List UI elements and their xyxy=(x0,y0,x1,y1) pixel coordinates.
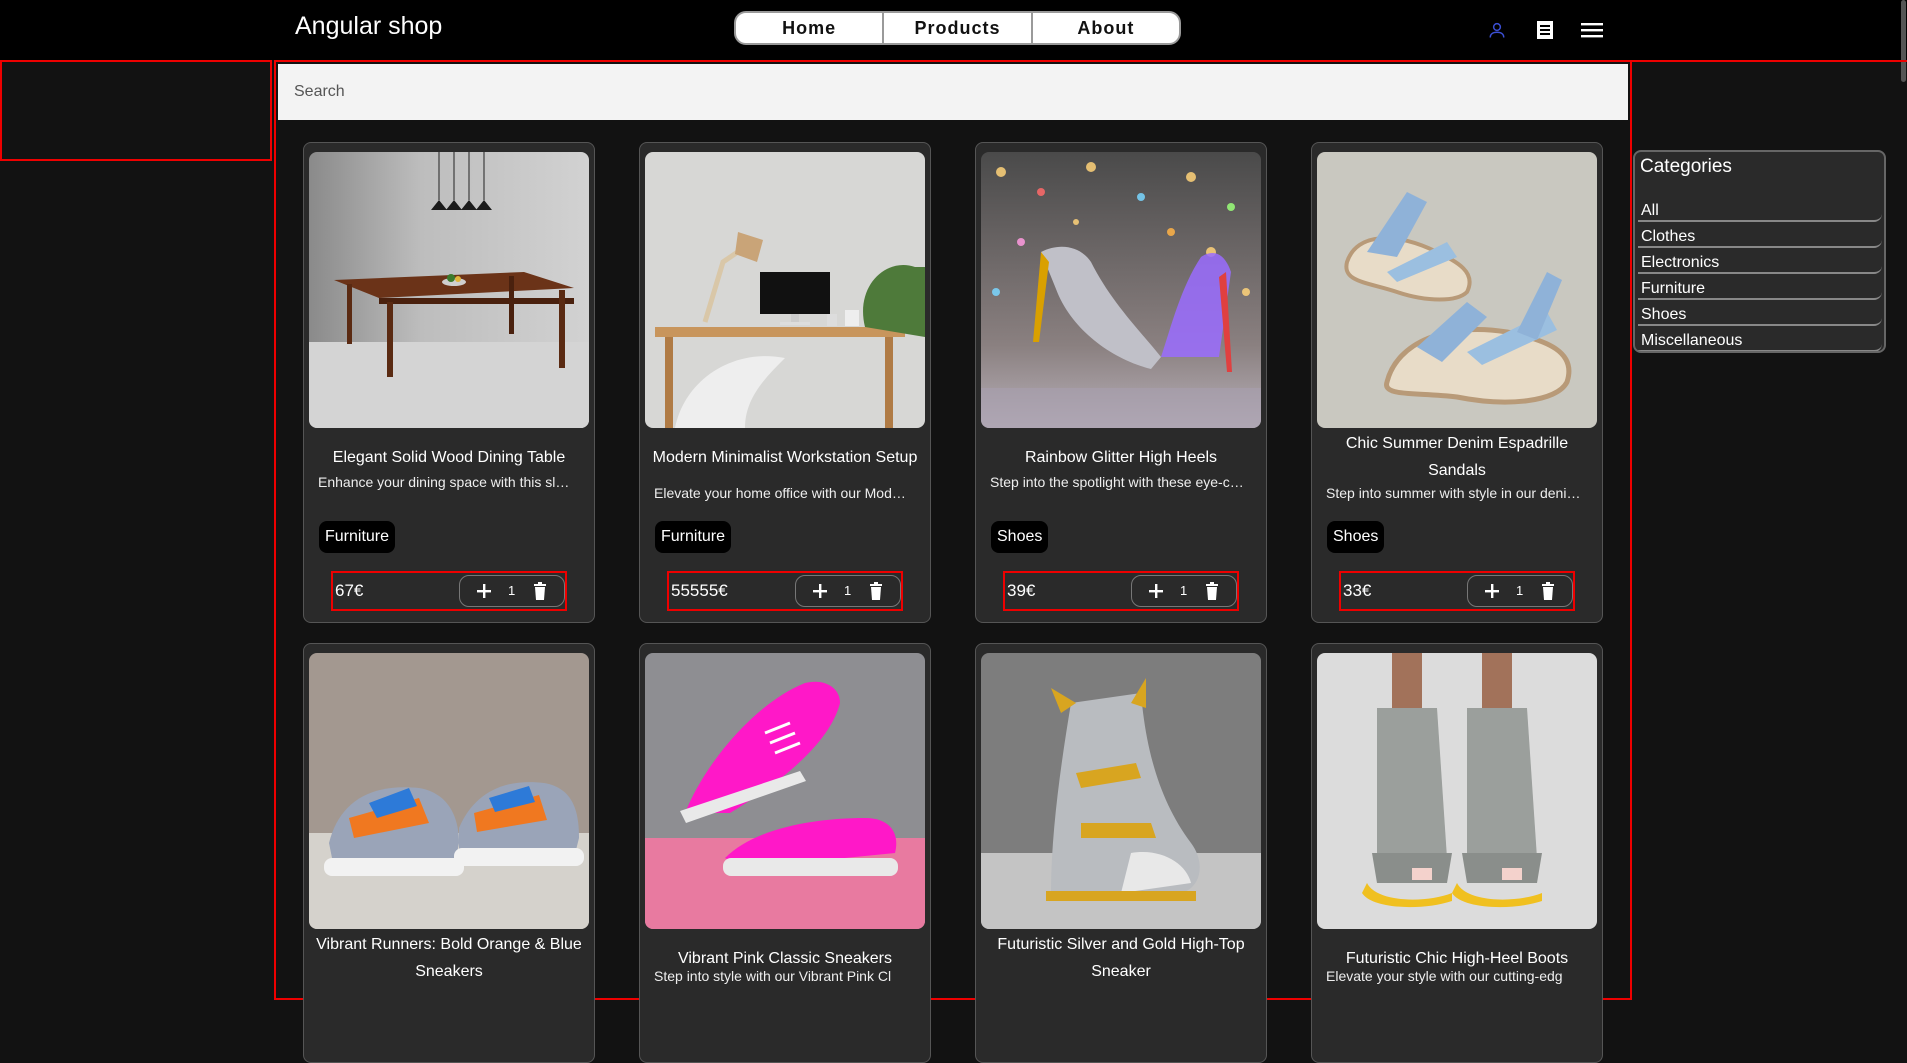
plus-icon[interactable] xyxy=(1146,581,1166,601)
quantity-stepper: 1 xyxy=(795,575,901,607)
product-card[interactable]: Elegant Solid Wood Dining Table Enhance … xyxy=(303,142,595,623)
quantity-value: 1 xyxy=(1516,583,1524,598)
quantity-value: 1 xyxy=(1180,583,1188,598)
account-icon[interactable] xyxy=(1484,17,1510,43)
category-item-clothes[interactable]: Clothes xyxy=(1638,226,1882,248)
cart-row: 55555€ 1 xyxy=(667,571,903,611)
product-card[interactable]: Vibrant Runners: Bold Orange & Blue Snea… xyxy=(303,643,595,1063)
category-item-all[interactable]: All xyxy=(1638,200,1882,222)
cart-row: 33€ 1 xyxy=(1339,571,1575,611)
trash-icon[interactable] xyxy=(1202,581,1222,601)
product-card[interactable]: Futuristic Chic High-Heel Boots Elevate … xyxy=(1311,643,1603,1063)
product-image[interactable] xyxy=(981,152,1261,428)
product-card[interactable]: Vibrant Pink Classic Sneakers Step into … xyxy=(639,643,931,1063)
cart-row: 39€ 1 xyxy=(1003,571,1239,611)
product-title: Modern Minimalist Workstation Setup xyxy=(652,448,918,466)
product-image[interactable] xyxy=(309,152,589,428)
receipt-icon[interactable] xyxy=(1532,17,1558,43)
product-description: Step into summer with style in our deni… xyxy=(1326,485,1581,501)
product-card[interactable]: Futuristic Silver and Gold High-Top Snea… xyxy=(975,643,1267,1063)
trash-icon[interactable] xyxy=(530,581,550,601)
quantity-stepper: 1 xyxy=(459,575,565,607)
main-nav: Home Products About xyxy=(734,11,1181,45)
product-image[interactable] xyxy=(1317,152,1597,428)
search-input[interactable] xyxy=(278,64,1628,120)
categories-panel: Categories All Clothes Electronics Furni… xyxy=(1633,150,1886,353)
product-title: Vibrant Runners: Bold Orange & Blue Snea… xyxy=(316,936,582,980)
main-panel: Elegant Solid Wood Dining Table Enhance … xyxy=(274,60,1632,1063)
menu-icon[interactable] xyxy=(1579,17,1605,43)
product-description: Elevate your style with our cutting-edg xyxy=(1326,968,1563,984)
product-image[interactable] xyxy=(981,653,1261,929)
nav-about-button[interactable]: About xyxy=(1033,13,1179,43)
product-card[interactable]: Chic Summer Denim Espadrille Sandals Ste… xyxy=(1311,142,1603,623)
quantity-stepper: 1 xyxy=(1467,575,1573,607)
product-title: Chic Summer Denim Espadrille Sandals xyxy=(1345,435,1569,479)
quantity-value: 1 xyxy=(844,583,852,598)
product-price: 33€ xyxy=(1343,581,1372,600)
categories-title: Categories xyxy=(1640,156,1732,177)
category-item-shoes[interactable]: Shoes xyxy=(1638,304,1882,326)
product-description: Enhance your dining space with this sl… xyxy=(318,474,570,490)
category-item-electronics[interactable]: Electronics xyxy=(1638,252,1882,274)
cart-row: 67€ 1 xyxy=(331,571,567,611)
product-card[interactable]: Rainbow Glitter High Heels Step into the… xyxy=(975,142,1267,623)
product-image[interactable] xyxy=(309,653,589,929)
app-title[interactable]: Angular shop xyxy=(295,12,442,41)
product-image[interactable] xyxy=(1317,653,1597,929)
quantity-value: 1 xyxy=(508,583,516,598)
product-description: Elevate your home office with our Mod… xyxy=(654,485,906,501)
product-description: Step into the spotlight with these eye-c… xyxy=(990,474,1244,490)
product-image[interactable] xyxy=(645,653,925,929)
product-image[interactable] xyxy=(645,152,925,428)
category-item-miscellaneous[interactable]: Miscellaneous xyxy=(1638,330,1882,351)
product-title: Futuristic Silver and Gold High-Top Snea… xyxy=(997,936,1245,980)
plus-icon[interactable] xyxy=(474,581,494,601)
product-card[interactable]: Modern Minimalist Workstation Setup Elev… xyxy=(639,142,931,623)
product-description: Step into style with our Vibrant Pink Cl xyxy=(654,968,892,984)
top-toolbar: Angular shop Home Products About xyxy=(0,0,1907,60)
product-price: 55555€ xyxy=(671,581,728,600)
plus-icon[interactable] xyxy=(1482,581,1502,601)
category-chip[interactable]: Furniture xyxy=(319,521,396,553)
category-chip[interactable]: Shoes xyxy=(991,521,1049,553)
product-price: 39€ xyxy=(1007,581,1036,600)
nav-home-button[interactable]: Home xyxy=(736,13,885,43)
nav-products-button[interactable]: Products xyxy=(884,13,1033,43)
plus-icon[interactable] xyxy=(810,581,830,601)
category-chip[interactable]: Furniture xyxy=(655,521,732,553)
product-price: 67€ xyxy=(335,581,364,600)
trash-icon[interactable] xyxy=(866,581,886,601)
category-chip[interactable]: Shoes xyxy=(1327,521,1385,553)
category-item-furniture[interactable]: Furniture xyxy=(1638,278,1882,300)
quantity-stepper: 1 xyxy=(1131,575,1237,607)
trash-icon[interactable] xyxy=(1538,581,1558,601)
left-panel xyxy=(0,60,272,161)
